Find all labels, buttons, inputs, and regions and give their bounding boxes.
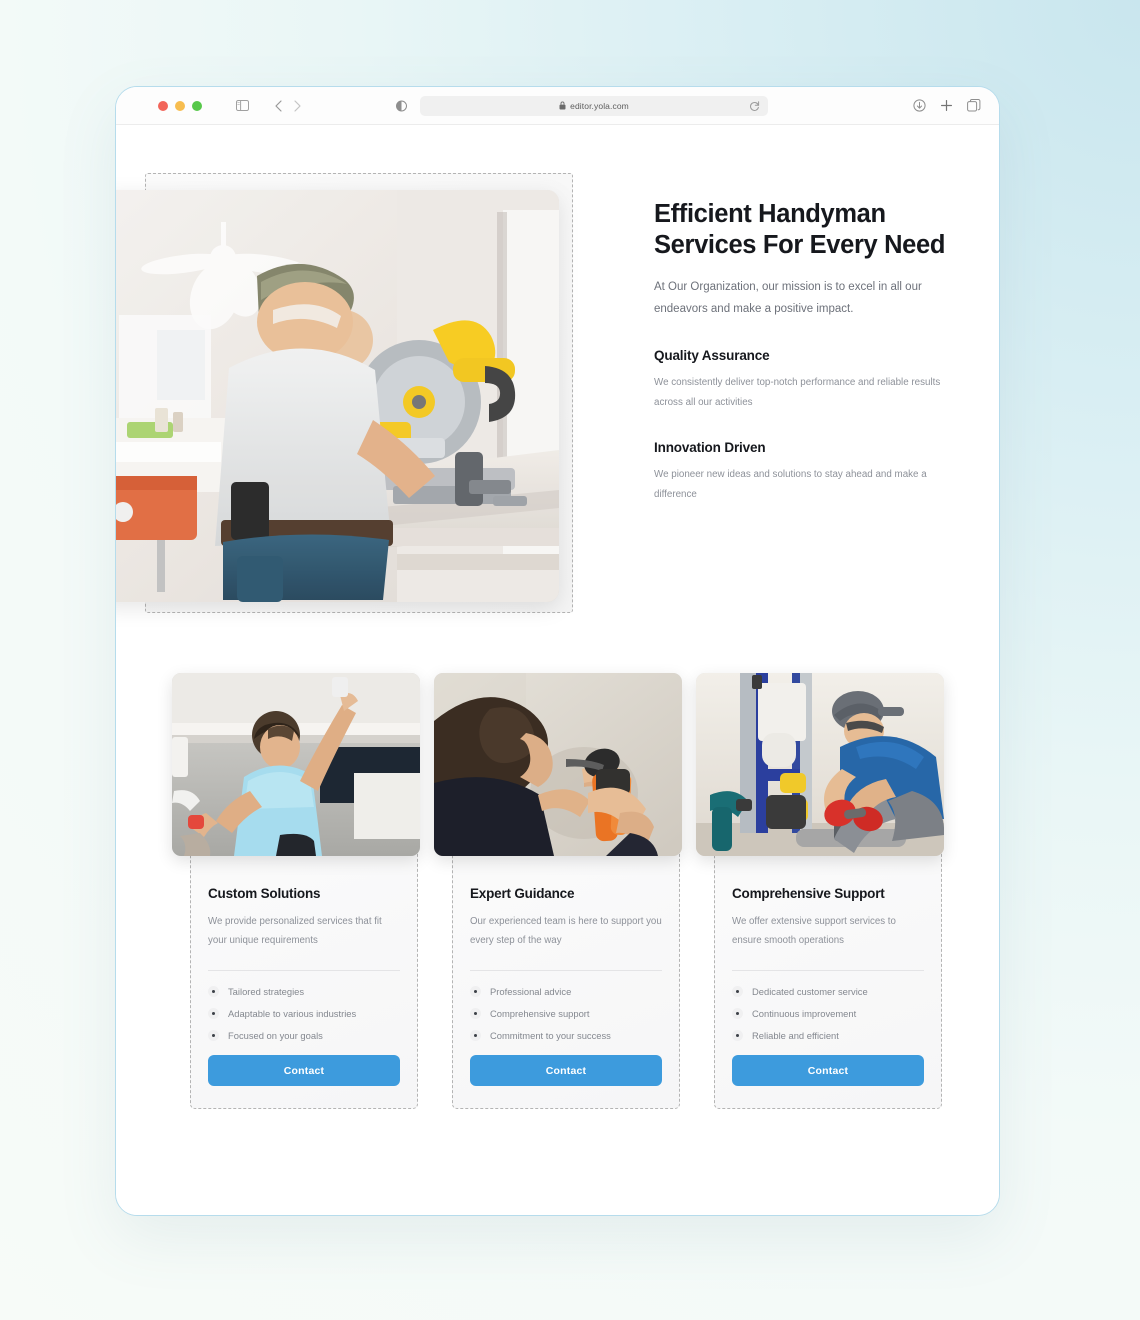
feature-description: We consistently deliver top-notch perfor… bbox=[654, 377, 941, 408]
card-body: Comprehensive Support We offer extensive… bbox=[714, 856, 942, 1108]
card-body: Custom Solutions We provide personalized… bbox=[190, 856, 418, 1108]
feature-innovation-driven: Innovation Driven We pioneer new ideas a… bbox=[654, 440, 954, 504]
list-item-label: Professional advice bbox=[490, 986, 572, 997]
contact-button[interactable]: Contact bbox=[470, 1055, 662, 1086]
card-title: Comprehensive Support bbox=[732, 886, 885, 901]
plus-icon[interactable] bbox=[940, 99, 953, 112]
sidebar-toggle-icon[interactable] bbox=[236, 100, 249, 111]
feature-title: Quality Assurance bbox=[654, 348, 770, 363]
divider bbox=[208, 970, 400, 971]
card-description: We offer extensive support services to e… bbox=[732, 916, 896, 946]
bullet-icon bbox=[470, 986, 481, 997]
list-item: Dedicated customer service bbox=[732, 986, 924, 997]
hero-image[interactable] bbox=[116, 190, 559, 602]
card-image[interactable] bbox=[172, 673, 420, 856]
card-description: Our experienced team is here to support … bbox=[470, 916, 662, 946]
list-item: Adaptable to various industries bbox=[208, 1008, 400, 1019]
list-item-label: Dedicated customer service bbox=[752, 986, 868, 997]
bullet-icon bbox=[732, 1008, 743, 1019]
bullet-icon bbox=[732, 1030, 743, 1041]
contact-button[interactable]: Contact bbox=[732, 1055, 924, 1086]
address-url-text: editor.yola.com bbox=[570, 100, 629, 111]
list-item: Focused on your goals bbox=[208, 1030, 400, 1041]
list-item-label: Continuous improvement bbox=[752, 1008, 857, 1019]
list-item-label: Adaptable to various industries bbox=[228, 1008, 357, 1019]
list-item: Tailored strategies bbox=[208, 986, 400, 997]
maximize-window-button[interactable] bbox=[192, 100, 202, 111]
list-item: Commitment to your success bbox=[470, 1030, 662, 1041]
card-title: Custom Solutions bbox=[208, 886, 321, 901]
card-image[interactable] bbox=[434, 673, 682, 856]
bullet-icon bbox=[208, 1030, 219, 1041]
contact-button[interactable]: Contact bbox=[208, 1055, 400, 1086]
hero-text-block: Efficient Handyman Services For Every Ne… bbox=[654, 199, 954, 504]
hero-subtitle: At Our Organization, our mission is to e… bbox=[654, 281, 922, 315]
card-image[interactable] bbox=[696, 673, 944, 856]
chevron-right-icon[interactable] bbox=[294, 99, 301, 112]
download-icon[interactable] bbox=[913, 99, 926, 112]
list-item-label: Focused on your goals bbox=[228, 1030, 323, 1041]
services-cards-section: Custom Solutions We provide personalized… bbox=[172, 673, 944, 1109]
hero-section: Efficient Handyman Services For Every Ne… bbox=[116, 173, 971, 613]
toolbar-right-actions bbox=[913, 99, 983, 112]
website-preview-canvas: Efficient Handyman Services For Every Ne… bbox=[116, 125, 999, 1215]
bullet-icon bbox=[470, 1030, 481, 1041]
close-window-button[interactable] bbox=[158, 100, 168, 111]
feature-quality-assurance: Quality Assurance We consistently delive… bbox=[654, 348, 954, 412]
services-cards-row: Custom Solutions We provide personalized… bbox=[172, 673, 944, 1109]
chevron-left-icon[interactable] bbox=[275, 99, 282, 112]
feature-title: Innovation Driven bbox=[654, 440, 766, 455]
list-item-label: Comprehensive support bbox=[490, 1008, 590, 1019]
bullet-icon bbox=[208, 986, 219, 997]
card-description: We provide personalized services that fi… bbox=[208, 916, 382, 946]
divider bbox=[732, 970, 924, 971]
minimize-window-button[interactable] bbox=[175, 100, 185, 111]
feature-description: We pioneer new ideas and solutions to st… bbox=[654, 469, 927, 500]
card-feature-list: Tailored strategies Adaptable to various… bbox=[208, 986, 400, 1041]
browser-window: editor.yola.com Efficient Handyman Servi… bbox=[115, 86, 1000, 1216]
page-title: Efficient Handyman Services For Every Ne… bbox=[654, 200, 946, 259]
bullet-icon bbox=[470, 1008, 481, 1019]
card-feature-list: Dedicated customer service Continuous im… bbox=[732, 986, 924, 1041]
service-card-custom-solutions[interactable]: Custom Solutions We provide personalized… bbox=[172, 673, 420, 1109]
address-bar[interactable]: editor.yola.com bbox=[420, 95, 768, 117]
divider bbox=[470, 970, 662, 971]
lock-icon bbox=[559, 101, 566, 110]
reload-icon[interactable] bbox=[749, 99, 760, 117]
browser-toolbar: editor.yola.com bbox=[116, 87, 999, 125]
card-feature-list: Professional advice Comprehensive suppor… bbox=[470, 986, 662, 1041]
reader-view-icon[interactable] bbox=[396, 100, 407, 112]
list-item: Professional advice bbox=[470, 986, 662, 997]
card-body: Expert Guidance Our experienced team is … bbox=[452, 856, 680, 1108]
list-item-label: Tailored strategies bbox=[228, 986, 305, 997]
card-title: Expert Guidance bbox=[470, 886, 575, 901]
bullet-icon bbox=[732, 986, 743, 997]
list-item: Reliable and efficient bbox=[732, 1030, 924, 1041]
traffic-lights bbox=[158, 100, 202, 111]
list-item: Comprehensive support bbox=[470, 1008, 662, 1019]
bullet-icon bbox=[208, 1008, 219, 1019]
list-item-label: Commitment to your success bbox=[490, 1030, 611, 1041]
service-card-comprehensive-support[interactable]: Comprehensive Support We offer extensive… bbox=[696, 673, 944, 1109]
list-item-label: Reliable and efficient bbox=[752, 1030, 839, 1041]
service-card-expert-guidance[interactable]: Expert Guidance Our experienced team is … bbox=[434, 673, 682, 1109]
list-item: Continuous improvement bbox=[732, 1008, 924, 1019]
tab-overview-icon[interactable] bbox=[967, 99, 981, 112]
